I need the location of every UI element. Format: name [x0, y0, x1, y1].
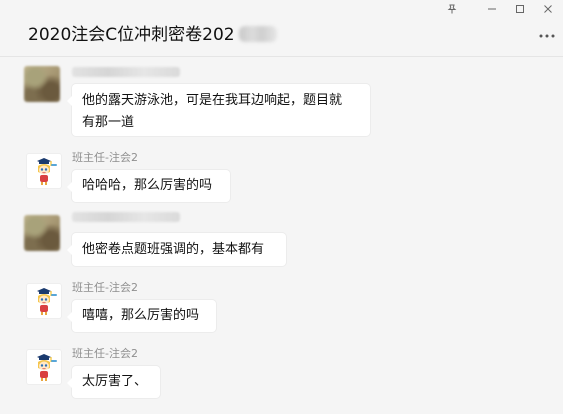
sender-name-blurred	[72, 212, 180, 222]
sender-name: 班主任-注会2	[72, 281, 138, 294]
avatar[interactable]	[26, 153, 62, 189]
mascot-avatar-icon	[37, 354, 57, 381]
message-list[interactable]: 他的露天游泳池，可是在我耳边响起，题目就 有那一道 班主任-注会2 哈哈哈，那么…	[0, 57, 563, 414]
avatar[interactable]	[26, 349, 62, 385]
more-icon	[539, 34, 555, 38]
message-line: 他的露天游泳池，可是在我耳边响起，题目就	[82, 93, 343, 108]
message-line: 他密卷点题班强调的，基本都有	[82, 242, 265, 257]
chat-title-text: 2020注会C位冲刺密卷202	[28, 25, 235, 45]
maximize-button[interactable]	[509, 2, 531, 16]
minimize-button[interactable]	[481, 2, 503, 16]
message-line: 嘻嘻，那么厉害的吗	[82, 308, 200, 323]
title-bar: 2020注会C位冲刺密卷202	[0, 0, 563, 57]
message-line: 哈哈哈，那么厉害的吗	[82, 178, 213, 193]
sender-name-blurred	[72, 67, 180, 77]
chat-window: 2020注会C位冲刺密卷202 他的露天游泳池，可是在我耳边响起，题目就 有那一…	[0, 0, 563, 414]
more-options-button[interactable]	[537, 28, 557, 42]
message-bubble[interactable]: 太厉害了、	[67, 366, 160, 398]
avatar[interactable]	[24, 215, 60, 251]
close-icon	[544, 5, 552, 13]
message-bubble[interactable]: 他的露天游泳池，可是在我耳边响起，题目就 有那一道	[67, 84, 370, 136]
minimize-icon	[488, 8, 496, 10]
sender-name: 班主任-注会2	[72, 151, 138, 164]
message-bubble[interactable]: 嘻嘻，那么厉害的吗	[67, 300, 216, 332]
pin-button[interactable]	[441, 2, 463, 16]
message-line: 太厉害了、	[82, 374, 148, 389]
sender-name: 班主任-注会2	[72, 347, 138, 360]
message-line: 有那一道	[82, 115, 135, 130]
chat-title: 2020注会C位冲刺密卷202	[28, 20, 277, 45]
mascot-avatar-icon	[37, 288, 57, 315]
avatar[interactable]	[24, 66, 60, 102]
mascot-avatar-icon	[37, 158, 57, 185]
close-button[interactable]	[537, 2, 559, 16]
avatar[interactable]	[26, 283, 62, 319]
message-bubble[interactable]: 哈哈哈，那么厉害的吗	[67, 170, 230, 202]
maximize-icon	[516, 5, 524, 13]
blurred-title-suffix	[238, 26, 277, 42]
pin-icon	[447, 4, 457, 14]
message-bubble[interactable]: 他密卷点题班强调的，基本都有	[67, 233, 286, 266]
